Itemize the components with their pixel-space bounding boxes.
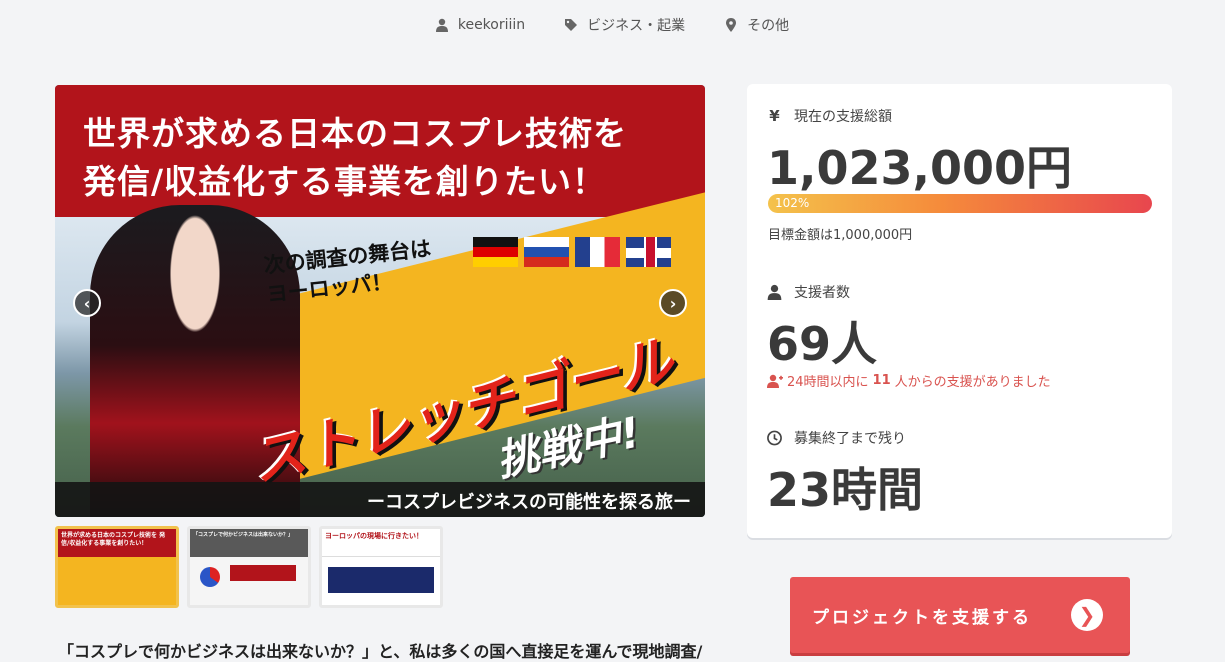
user-icon — [435, 18, 448, 32]
hero-title-line2: 発信/収益化する事業を創りたい！ — [83, 162, 607, 201]
backers-label-row: 支援者数 — [767, 282, 850, 302]
user-plus-icon — [767, 374, 783, 388]
chevron-right-icon: › — [669, 293, 677, 313]
hero-title-banner: 世界が求める日本のコスプレ技術を 発信/収益化する事業を創りたい！ — [55, 85, 705, 217]
backers-count: 69人 — [767, 317, 878, 371]
total-label-row: ¥ 現在の支援総額 — [767, 106, 892, 126]
hero-tagline: ーコスプレビジネスの可能性を探る旅ー — [367, 492, 691, 513]
recent-prefix: 24時間以内に — [787, 375, 869, 390]
owner-name: keekoriiin — [457, 17, 526, 33]
owner-link[interactable]: keekoriiin — [435, 14, 526, 36]
recent-backers-note: 24時間以内に 11 人からの支援がありました — [767, 371, 1051, 390]
project-meta-bar: keekoriiin ビジネス・起業 その他 — [0, 14, 1225, 36]
thumbnail-caption: 世界が求める日本のコスプレ技術を 発信/収益化する事業を創りたい！ — [58, 529, 176, 557]
thumbnail-3[interactable]: ヨーロッパの現場に行きたい！ — [319, 526, 443, 608]
category-link[interactable]: ビジネス・起業 — [565, 14, 685, 36]
hero-carousel-image[interactable]: 世界が求める日本のコスプレ技術を 発信/収益化する事業を創りたい！ 次の調査の舞… — [55, 85, 705, 517]
backers-label: 支援者数 — [794, 285, 850, 301]
chevron-left-icon: ‹ — [83, 293, 91, 313]
ru-flag-icon — [524, 237, 569, 267]
hero-tagline-bar: ーコスプレビジネスの可能性を探る旅ー — [55, 482, 705, 517]
carousel-prev-button[interactable]: ‹ — [73, 289, 101, 317]
thumbnail-box — [230, 565, 296, 581]
de-flag-icon — [473, 237, 518, 267]
hero-title-line1: 世界が求める日本のコスプレ技術を — [83, 114, 627, 153]
progress-percent: 102% — [775, 196, 810, 210]
uk-flag-icon — [626, 237, 671, 267]
recent-count: 11 — [872, 373, 891, 388]
category-name: ビジネス・起業 — [587, 18, 686, 34]
support-project-button[interactable]: プロジェクトを支援する ❯ — [790, 577, 1130, 653]
support-button-label: プロジェクトを支援する — [812, 607, 1032, 628]
map-pin-icon — [726, 18, 737, 32]
carousel-next-button[interactable]: › — [659, 289, 687, 317]
clock-icon — [767, 430, 782, 446]
carousel-thumbnails: 世界が求める日本のコスプレ技術を 発信/収益化する事業を創りたい！ 「コスプレで… — [55, 526, 443, 608]
funding-progress-bar: 102% — [768, 194, 1152, 213]
user-icon — [767, 284, 782, 300]
thumbnail-1[interactable]: 世界が求める日本のコスプレ技術を 発信/収益化する事業を創りたい！ — [55, 526, 179, 608]
recent-suffix: 人からの支援がありました — [894, 375, 1051, 390]
country-flags — [473, 237, 671, 267]
funding-stats-card: ¥ 現在の支援総額 1,023,000円 102% 目標金額は1,000,000… — [747, 84, 1172, 538]
fr-flag-icon — [575, 237, 620, 267]
total-label: 現在の支援総額 — [794, 109, 892, 125]
remaining-label-row: 募集終了まで残り — [767, 428, 906, 448]
goal-amount: 目標金額は1,000,000円 — [768, 228, 913, 243]
time-remaining: 23時間 — [767, 463, 924, 517]
thumbnail-box — [328, 567, 434, 593]
yen-icon: ¥ — [769, 107, 780, 125]
chevron-right-circle-icon: ❯ — [1071, 599, 1103, 631]
location-link[interactable]: その他 — [725, 14, 789, 36]
pie-graphic — [200, 567, 220, 587]
thumbnail-2[interactable]: 「コスプレで何かビジネスは出来ないか？」 — [187, 526, 311, 608]
thumbnail-art — [58, 557, 176, 605]
tag-icon — [565, 19, 578, 31]
location-name: その他 — [747, 18, 790, 34]
total-amount: 1,023,000円 — [767, 141, 1072, 195]
remaining-label: 募集終了まで残り — [794, 431, 906, 447]
thumbnail-caption: 「コスプレで何かビジネスは出来ないか？」 — [190, 529, 308, 557]
thumbnail-caption: ヨーロッパの現場に行きたい！ — [322, 529, 440, 557]
project-description: 「コスプレで何かビジネスは出来ないか？」と、私は多くの国へ直接足を運んで現地調査… — [58, 642, 703, 661]
